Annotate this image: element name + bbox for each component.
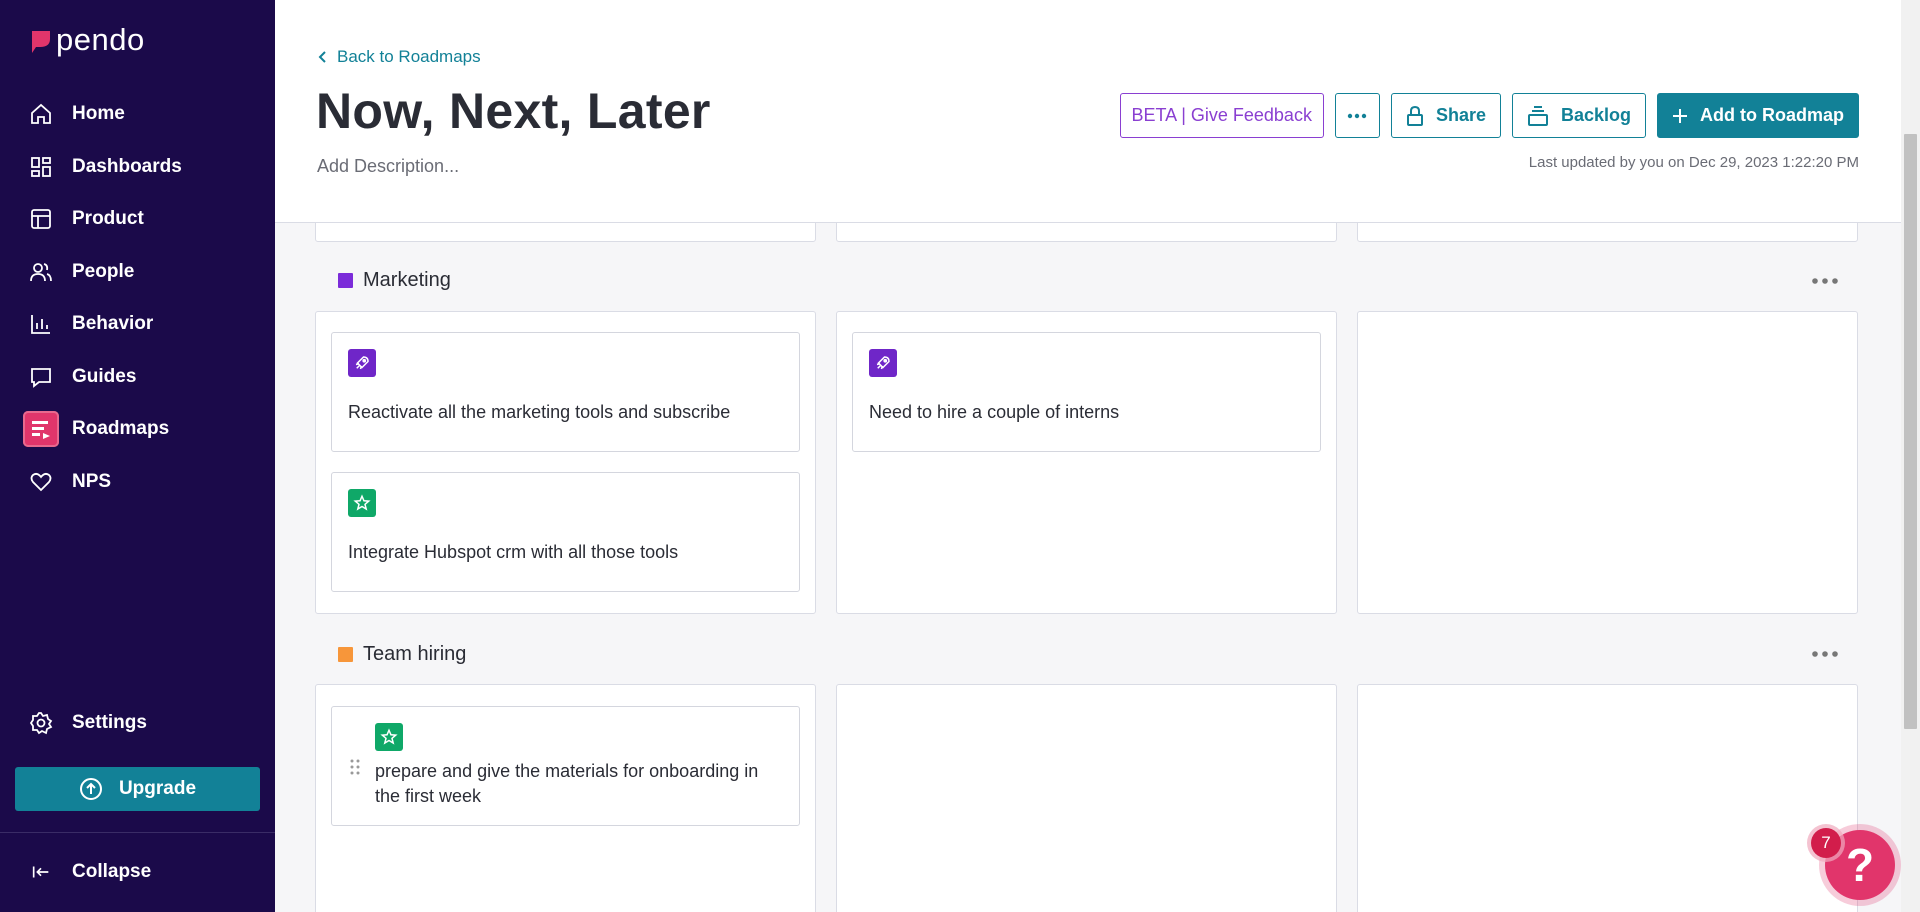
sidebar-item-roadmaps[interactable]: Roadmaps — [0, 403, 275, 456]
sidebar-item-label: Behavior — [72, 313, 154, 335]
page-title[interactable]: Now, Next, Later — [316, 82, 711, 140]
collapse-label: Collapse — [72, 861, 152, 883]
rocket-icon — [869, 349, 897, 377]
sidebar-item-label: Settings — [72, 712, 147, 734]
question-icon: ? — [1845, 839, 1875, 891]
lane-cell-marketing-next: Need to hire a couple of interns — [836, 311, 1337, 614]
roadmaps-icon — [23, 411, 59, 448]
people-icon — [28, 259, 54, 285]
lane-cell-marketing-later — [1357, 311, 1858, 614]
scrollbar-thumb[interactable] — [1904, 134, 1917, 729]
pendo-logo-icon — [32, 31, 50, 53]
settings-section: Settings — [0, 697, 275, 750]
arrow-up-circle-icon — [79, 778, 102, 800]
backlog-icon — [1527, 105, 1548, 126]
upgrade-label: Upgrade — [118, 778, 197, 799]
roadmap-card[interactable]: Integrate Hubspot crm with all those too… — [331, 472, 800, 592]
lane-title-team-hiring[interactable]: Team hiring — [338, 643, 466, 666]
lane-cell-team-hiring-later — [1357, 684, 1858, 912]
description-field[interactable]: Add Description... — [317, 156, 459, 177]
rocket-icon — [348, 349, 376, 377]
sidebar-divider — [0, 832, 275, 833]
collapse-button[interactable]: Collapse — [0, 846, 275, 899]
lane-cell-team-hiring-next — [836, 684, 1337, 912]
collapse-icon — [28, 859, 54, 885]
more-horizontal-icon — [1348, 113, 1367, 118]
card-title: Need to hire a couple of interns — [869, 402, 1120, 422]
backlog-label: Backlog — [1560, 105, 1631, 125]
header-actions: BETA | Give Feedback Share Backlog Add t… — [1119, 93, 1859, 138]
brand-name: pendo — [56, 22, 145, 57]
star-icon — [375, 723, 403, 751]
beta-feedback-button[interactable]: BETA | Give Feedback — [1119, 93, 1324, 138]
dashboards-icon — [28, 154, 54, 180]
sidebar-item-guides[interactable]: Guides — [0, 351, 275, 404]
add-label: Add to Roadmap — [1700, 105, 1844, 125]
sidebar-item-people[interactable]: People — [0, 246, 275, 299]
sidebar-item-dashboards[interactable]: Dashboards — [0, 141, 275, 194]
sidebar-item-nps[interactable]: NPS — [0, 456, 275, 509]
star-icon — [348, 489, 376, 517]
lane-color-swatch — [338, 273, 353, 288]
sidebar-item-label: NPS — [72, 470, 112, 492]
sidebar-item-product[interactable]: Product — [0, 193, 275, 246]
gear-icon — [28, 710, 54, 736]
card-title: Reactivate all the marketing tools and s… — [348, 402, 731, 422]
share-button[interactable]: Share — [1390, 93, 1501, 138]
lane-more-button[interactable] — [1811, 272, 1839, 295]
collapse-section: Collapse — [0, 846, 275, 899]
sidebar-item-label: Home — [72, 103, 125, 125]
lane-title-marketing[interactable]: Marketing — [338, 269, 451, 292]
sidebar-item-home[interactable]: Home — [0, 88, 275, 141]
lock-icon — [1406, 105, 1423, 126]
back-label: Back to Roadmaps — [337, 47, 481, 66]
more-horizontal-icon — [1812, 278, 1838, 284]
card-title: Integrate Hubspot crm with all those too… — [348, 542, 679, 562]
plus-icon — [1673, 108, 1687, 123]
pendo-logo[interactable]: pendo — [28, 22, 145, 58]
guides-icon — [28, 364, 54, 390]
sidebar-item-label: Dashboards — [72, 155, 182, 177]
lane-color-swatch — [338, 647, 353, 662]
add-to-roadmap-button[interactable]: Add to Roadmap — [1657, 93, 1859, 138]
roadmap-card[interactable]: Need to hire a couple of interns — [852, 332, 1321, 452]
lane-name: Team hiring — [363, 643, 467, 665]
sidebar-item-label: Guides — [72, 365, 137, 387]
sidebar: pendo Home Dashboards Product People Beh… — [0, 0, 275, 912]
lane-cell-team-hiring-now: prepare and give the materials for onboa… — [315, 684, 816, 912]
notification-badge: 7 — [1811, 828, 1841, 858]
drag-handle-icon[interactable] — [350, 759, 360, 780]
product-icon — [28, 206, 54, 232]
upgrade-button[interactable]: Upgrade — [15, 767, 260, 811]
more-horizontal-icon — [1812, 651, 1838, 657]
sidebar-item-label: People — [72, 260, 135, 282]
lane-more-button[interactable] — [1811, 645, 1839, 668]
backlog-button[interactable]: Backlog — [1511, 93, 1646, 138]
share-label: Share — [1435, 105, 1486, 125]
behavior-icon — [28, 311, 54, 337]
back-to-roadmaps-link[interactable]: Back to Roadmaps — [318, 47, 481, 67]
home-icon — [28, 101, 54, 127]
lane-name: Marketing — [363, 269, 451, 291]
roadmap-card[interactable]: Reactivate all the marketing tools and s… — [331, 332, 800, 452]
more-options-button[interactable] — [1334, 93, 1380, 138]
sidebar-nav: Home Dashboards Product People Behavior — [0, 88, 275, 508]
page-header: Back to Roadmaps Now, Next, Later Add De… — [275, 0, 1901, 223]
sidebar-item-settings[interactable]: Settings — [0, 697, 275, 750]
lane-cell-marketing-now: Reactivate all the marketing tools and s… — [315, 311, 816, 614]
page-scrollbar[interactable] — [1901, 0, 1920, 912]
heart-icon — [28, 469, 54, 495]
sidebar-item-label: Roadmaps — [72, 418, 170, 440]
sidebar-item-behavior[interactable]: Behavior — [0, 298, 275, 351]
last-updated-text: Last updated by you on Dec 29, 2023 1:22… — [1528, 154, 1859, 171]
roadmap-card[interactable]: prepare and give the materials for onboa… — [331, 706, 800, 826]
sidebar-item-label: Product — [72, 208, 144, 230]
card-title: prepare and give the materials for onboa… — [375, 761, 759, 806]
chevron-left-icon — [318, 51, 326, 63]
